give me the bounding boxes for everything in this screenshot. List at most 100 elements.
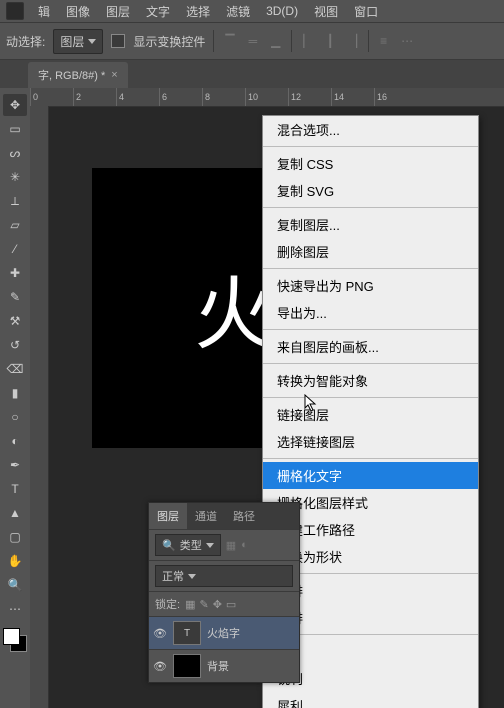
context-menu-item[interactable]: 链接图层 bbox=[263, 401, 478, 428]
ruler-tick: 14 bbox=[331, 88, 374, 106]
rectangle-tool[interactable]: ▢ bbox=[3, 526, 27, 548]
lock-pixels-icon[interactable]: ▦ bbox=[185, 598, 195, 611]
close-icon[interactable]: × bbox=[111, 69, 117, 81]
filter-adjust-icon[interactable]: ◐ bbox=[241, 539, 248, 551]
menu-window[interactable]: 窗口 bbox=[348, 1, 384, 22]
context-menu-item[interactable]: 来自图层的画板... bbox=[263, 333, 478, 360]
context-menu-item[interactable]: 复制 SVG bbox=[263, 177, 478, 204]
ruler-tick: 2 bbox=[73, 88, 116, 106]
document-tab-title: 字, RGB/8#) * bbox=[38, 67, 105, 83]
blend-mode-dropdown[interactable]: 正常 bbox=[155, 565, 293, 587]
menu-bar: 辑 图像 图层 文字 选择 滤镜 3D(D) 视图 窗口 bbox=[0, 0, 504, 22]
menu-3d[interactable]: 3D(D) bbox=[260, 2, 304, 20]
fg-color-swatch[interactable] bbox=[3, 628, 20, 645]
divider bbox=[368, 30, 369, 52]
layers-panel: 图层 通道 路径 🔍 类型 ▦ ◐ 正常 锁定: ▦ ✎ ✥ bbox=[148, 502, 300, 683]
context-menu-item[interactable]: 删除图层 bbox=[263, 238, 478, 265]
blend-mode-value: 正常 bbox=[162, 568, 184, 584]
visibility-icon[interactable]: 👁 bbox=[153, 659, 167, 673]
dodge-tool[interactable]: ◐ bbox=[3, 430, 27, 452]
healing-brush-tool[interactable]: ✚ bbox=[3, 262, 27, 284]
layer-row[interactable]: 👁 T 火焰字 bbox=[149, 616, 299, 649]
context-menu-item[interactable]: 复制图层... bbox=[263, 211, 478, 238]
more-icon[interactable]: ⋯ bbox=[398, 34, 416, 48]
menu-filter[interactable]: 滤镜 bbox=[220, 1, 256, 22]
context-menu-item[interactable]: 转换为智能对象 bbox=[263, 367, 478, 394]
lasso-tool[interactable]: ᔕ bbox=[3, 142, 27, 164]
move-tool[interactable]: ✥ bbox=[3, 94, 27, 116]
crop-tool[interactable]: ⟂ bbox=[3, 190, 27, 212]
context-menu-item[interactable]: 导出为... bbox=[263, 299, 478, 326]
align-vcenter-icon[interactable]: ═ bbox=[246, 34, 261, 48]
distribute-icon[interactable]: ≡ bbox=[377, 34, 390, 48]
context-menu-item[interactable]: 混合选项... bbox=[263, 116, 478, 143]
chevron-down-icon bbox=[188, 574, 196, 579]
eraser-tool[interactable]: ⌫ bbox=[3, 358, 27, 380]
menu-layer[interactable]: 图层 bbox=[100, 1, 136, 22]
divider bbox=[213, 30, 214, 52]
menu-type[interactable]: 文字 bbox=[140, 1, 176, 22]
auto-select-dropdown[interactable]: 图层 bbox=[53, 29, 103, 54]
menu-edit[interactable]: 辑 bbox=[32, 1, 56, 22]
align-left-icon[interactable]: ▏ bbox=[300, 34, 315, 48]
auto-select-label: 动选择: bbox=[6, 33, 45, 50]
context-menu-item[interactable]: 快速导出为 PNG bbox=[263, 272, 478, 299]
filter-kind-value: 类型 bbox=[180, 537, 202, 553]
zoom-tool[interactable]: 🔍 bbox=[3, 574, 27, 596]
divider bbox=[291, 30, 292, 52]
tab-paths[interactable]: 路径 bbox=[225, 503, 263, 529]
show-transform-label: 显示变换控件 bbox=[133, 33, 205, 50]
blur-tool[interactable]: ○ bbox=[3, 406, 27, 428]
align-top-icon[interactable]: ▔ bbox=[222, 34, 237, 48]
chevron-down-icon bbox=[88, 39, 96, 44]
align-bottom-icon[interactable]: ▁ bbox=[268, 34, 283, 48]
pen-tool[interactable]: ✒ bbox=[3, 454, 27, 476]
document-tab[interactable]: 字, RGB/8#) * × bbox=[28, 62, 128, 88]
filter-kind-dropdown[interactable]: 🔍 类型 bbox=[155, 534, 221, 556]
menu-image[interactable]: 图像 bbox=[60, 1, 96, 22]
history-brush-tool[interactable]: ↺ bbox=[3, 334, 27, 356]
context-menu-item[interactable]: 犀利 bbox=[263, 692, 478, 708]
color-swatches[interactable] bbox=[3, 628, 27, 652]
layer-thumbnail[interactable] bbox=[173, 654, 201, 678]
eyedropper-tool[interactable]: ⁄ bbox=[3, 238, 27, 260]
lock-position-icon[interactable]: ✥ bbox=[213, 598, 222, 611]
menu-view[interactable]: 视图 bbox=[308, 1, 344, 22]
gradient-tool[interactable]: ▮ bbox=[3, 382, 27, 404]
align-right-icon[interactable]: ▕ bbox=[345, 34, 360, 48]
ruler-tick: 8 bbox=[202, 88, 245, 106]
brush-tool[interactable]: ✎ bbox=[3, 286, 27, 308]
align-hcenter-icon[interactable]: ┃ bbox=[324, 34, 337, 48]
menu-select[interactable]: 选择 bbox=[180, 1, 216, 22]
hand-tool[interactable]: ✋ bbox=[3, 550, 27, 572]
tab-channels[interactable]: 通道 bbox=[187, 503, 225, 529]
lock-paint-icon[interactable]: ✎ bbox=[199, 598, 208, 611]
magic-wand-tool[interactable]: ✳ bbox=[3, 166, 27, 188]
frame-tool[interactable]: ▱ bbox=[3, 214, 27, 236]
show-transform-checkbox[interactable] bbox=[111, 34, 125, 48]
layer-row[interactable]: 👁 背景 bbox=[149, 649, 299, 682]
layer-name[interactable]: 火焰字 bbox=[207, 625, 240, 641]
ruler-tick: 12 bbox=[288, 88, 331, 106]
ruler-tick: 10 bbox=[245, 88, 288, 106]
path-select-tool[interactable]: ▲ bbox=[3, 502, 27, 524]
document-tab-bar: 字, RGB/8#) * × bbox=[0, 60, 504, 88]
layer-name[interactable]: 背景 bbox=[207, 658, 229, 674]
lock-artboard-icon[interactable]: ▭ bbox=[226, 598, 236, 611]
ruler-tick: 16 bbox=[374, 88, 417, 106]
chevron-down-icon bbox=[206, 543, 214, 548]
tab-layers[interactable]: 图层 bbox=[149, 503, 187, 529]
marquee-tool[interactable]: ▭ bbox=[3, 118, 27, 140]
type-tool[interactable]: T bbox=[3, 478, 27, 500]
visibility-icon[interactable]: 👁 bbox=[153, 626, 167, 640]
context-menu-item[interactable]: 栅格化文字 bbox=[263, 462, 478, 489]
context-menu-item[interactable]: 选择链接图层 bbox=[263, 428, 478, 455]
layer-thumbnail[interactable]: T bbox=[173, 621, 201, 645]
context-menu-item[interactable]: 复制 CSS bbox=[263, 150, 478, 177]
filter-image-icon[interactable]: ▦ bbox=[226, 539, 236, 552]
search-icon: 🔍 bbox=[162, 539, 176, 552]
lock-label: 锁定: bbox=[155, 596, 180, 612]
edit-toolbar[interactable]: ⋯ bbox=[3, 598, 27, 620]
panel-tabs: 图层 通道 路径 bbox=[149, 503, 299, 529]
clone-stamp-tool[interactable]: ⚒ bbox=[3, 310, 27, 332]
